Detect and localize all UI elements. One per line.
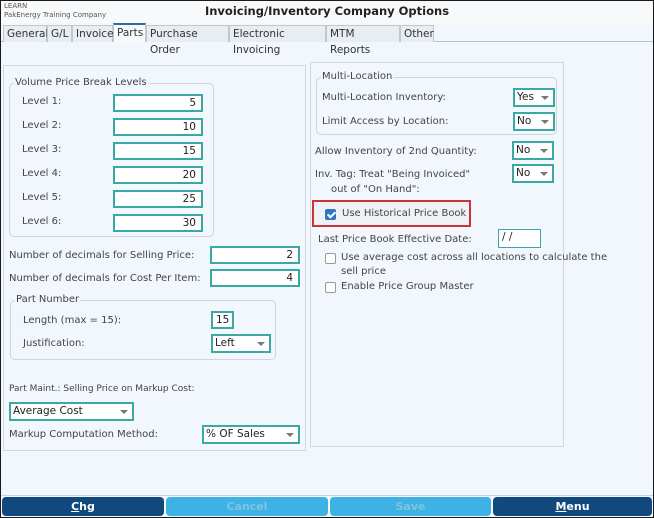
decimals-cost-input[interactable]: 4	[210, 269, 300, 287]
markup-method-label: Markup Computation Method:	[9, 429, 158, 440]
tab-purchase-order[interactable]: Purchase Order	[146, 25, 229, 56]
level-6-label: Level 6:	[22, 216, 62, 227]
inv-tag-label-cont: out of "On Hand":	[331, 184, 420, 195]
tab-bar: General G/L Invoice Parts Purchase Order…	[1, 23, 653, 56]
historical-price-book-highlight: Use Historical Price Book	[312, 200, 471, 227]
chg-hotkey: C	[71, 500, 80, 513]
markup-cost-label: Part Maint.: Selling Price on Markup Cos…	[9, 384, 195, 394]
last-price-book-label: Last Price Book Effective Date:	[318, 234, 472, 245]
allow-2nd-qty-value: No	[516, 144, 531, 156]
chevron-down-icon	[540, 172, 548, 176]
price-group-master-label: Enable Price Group Master	[341, 281, 474, 292]
part-number-title: Part Number	[15, 294, 81, 305]
tab-parts[interactable]: Parts	[113, 23, 146, 42]
limit-access-value: No	[517, 115, 532, 127]
tab-other[interactable]: Other	[400, 25, 434, 42]
markup-cost-value: Average Cost	[13, 405, 83, 417]
multi-location-inventory-value: Yes	[517, 91, 534, 103]
menu-button[interactable]: Menu	[493, 497, 652, 516]
limit-access-label: Limit Access by Location:	[322, 116, 449, 127]
inv-tag-select[interactable]: No	[512, 164, 554, 183]
price-group-master-checkbox[interactable]	[325, 282, 336, 293]
level-3-input[interactable]: 15	[113, 142, 203, 160]
length-input[interactable]: 15	[211, 311, 234, 329]
multi-location-inventory-label: Multi-Location Inventory:	[322, 92, 446, 103]
allow-2nd-qty-select[interactable]: No	[512, 141, 554, 160]
tab-general[interactable]: General	[3, 25, 48, 42]
chevron-down-icon	[540, 149, 548, 153]
multi-location-group: Multi-Location Multi-Location Inventory:…	[316, 71, 557, 135]
level-1-input[interactable]: 5	[113, 94, 203, 112]
level-1-label: Level 1:	[22, 96, 62, 107]
tab-gl[interactable]: G/L	[47, 25, 72, 42]
level-2-input[interactable]: 10	[113, 118, 203, 136]
inv-tag-value: No	[516, 167, 531, 179]
cancel-button[interactable]: Cancel	[166, 497, 328, 516]
right-panel: Multi-Location Multi-Location Inventory:…	[310, 62, 607, 447]
window-title: Invoicing/Inventory Company Options	[204, 4, 450, 18]
level-6-input[interactable]: 30	[113, 214, 203, 232]
historical-price-book-checkbox[interactable]	[325, 209, 336, 220]
historical-price-book-label: Use Historical Price Book	[342, 208, 467, 219]
allow-2nd-qty-label: Allow Inventory of 2nd Quantity:	[315, 146, 477, 157]
markup-cost-select[interactable]: Average Cost	[9, 402, 134, 421]
chg-button[interactable]: Chg	[2, 497, 164, 516]
chevron-down-icon	[120, 410, 128, 414]
chevron-down-icon	[286, 433, 294, 437]
markup-method-select[interactable]: % OF Sales	[202, 425, 300, 444]
tab-mtm-reports[interactable]: MTM Reports	[326, 25, 400, 56]
avg-cost-label: Use average cost across all locations to…	[341, 252, 608, 263]
menu-label: enu	[566, 500, 590, 513]
chg-label: hg	[79, 500, 95, 513]
level-5-input[interactable]: 25	[113, 190, 203, 208]
decimals-selling-label: Number of decimals for Selling Price:	[9, 250, 195, 261]
tab-electronic-invoicing[interactable]: Electronic Invoicing	[229, 25, 326, 56]
justification-select[interactable]: Left	[211, 334, 271, 353]
company-options-window: LEARN PakEnergy Training Company Invoici…	[1, 1, 653, 517]
justification-label: Justification:	[23, 338, 85, 349]
chevron-down-icon	[257, 342, 265, 346]
button-bar: Chg Cancel Save Menu	[1, 495, 653, 517]
part-number-group: Part Number Length (max = 15): 15 Justif…	[10, 294, 276, 360]
multi-location-title: Multi-Location	[321, 71, 394, 82]
avg-cost-label-cont: sell price	[341, 266, 386, 277]
level-3-label: Level 3:	[22, 144, 62, 155]
chevron-down-icon	[541, 120, 549, 124]
multi-location-inventory-select[interactable]: Yes	[513, 88, 555, 107]
left-panel: Volume Price Break Levels Level 1: 5 Lev…	[3, 65, 306, 451]
decimals-cost-label: Number of decimals for Cost Per Item:	[9, 273, 201, 284]
justification-value: Left	[215, 337, 235, 349]
volume-price-break-group: Volume Price Break Levels Level 1: 5 Lev…	[9, 77, 214, 237]
volume-price-break-title: Volume Price Break Levels	[14, 77, 148, 88]
level-5-label: Level 5:	[22, 192, 62, 203]
limit-access-select[interactable]: No	[513, 112, 555, 131]
length-label: Length (max = 15):	[23, 315, 122, 326]
level-4-input[interactable]: 20	[113, 166, 203, 184]
inv-tag-label: Inv. Tag: Treat "Being Invoiced"	[315, 169, 471, 180]
markup-method-value: % OF Sales	[206, 428, 265, 440]
level-4-label: Level 4:	[22, 168, 62, 179]
chevron-down-icon	[541, 96, 549, 100]
decimals-selling-input[interactable]: 2	[210, 246, 300, 264]
tab-invoice[interactable]: Invoice	[72, 25, 114, 42]
menu-hotkey: M	[555, 500, 567, 513]
last-price-book-date-input[interactable]: / /	[498, 229, 541, 248]
title-bar: LEARN PakEnergy Training Company Invoici…	[1, 1, 653, 23]
save-button[interactable]: Save	[330, 497, 491, 516]
level-2-label: Level 2:	[22, 120, 62, 131]
avg-cost-checkbox[interactable]	[325, 253, 336, 264]
